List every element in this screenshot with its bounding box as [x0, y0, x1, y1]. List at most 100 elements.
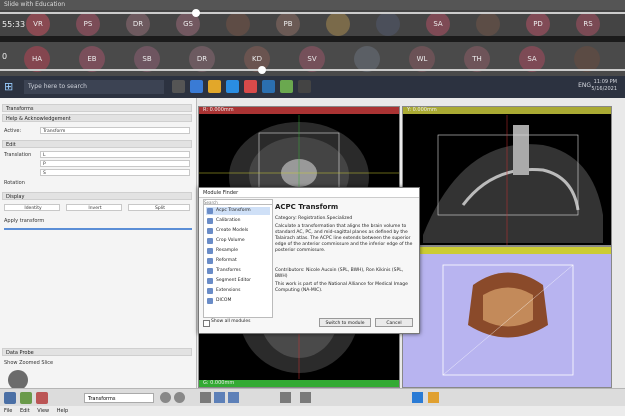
menu-edit[interactable]: Edit — [20, 408, 30, 414]
rotation-label: Rotation — [4, 180, 25, 186]
cancel-button[interactable]: Cancel — [375, 318, 413, 327]
module-icon — [207, 248, 213, 254]
participant-avatar[interactable]: DR — [126, 12, 150, 36]
module-icon — [207, 228, 213, 234]
markup-icon[interactable] — [280, 392, 291, 403]
module-icon — [207, 258, 213, 264]
progress-bar-2[interactable] — [0, 69, 625, 71]
chrome-icon[interactable] — [244, 80, 257, 93]
system-tray-language[interactable]: ENG — [578, 82, 591, 89]
slicer-logo-icon — [8, 370, 28, 390]
dialog-title: Module Finder — [199, 188, 419, 198]
translation-slider-p[interactable]: P — [40, 160, 190, 167]
store-icon[interactable] — [226, 80, 239, 93]
edge-icon[interactable] — [190, 80, 203, 93]
module-item[interactable]: DICOM — [206, 297, 270, 305]
show-all-checkbox[interactable] — [203, 320, 210, 327]
task-view-icon[interactable] — [172, 80, 185, 93]
module-item[interactable]: Create Models — [206, 227, 270, 235]
module-icon — [207, 218, 213, 224]
switch-to-module-button[interactable]: Switch to module — [319, 318, 371, 327]
meeting-header: Slide with Education — [0, 0, 625, 10]
participant-avatar[interactable] — [476, 12, 500, 36]
help-section[interactable]: Help & Acknowledgement — [2, 114, 192, 122]
window-level-icon[interactable] — [228, 392, 239, 403]
participant-avatar[interactable]: VR — [26, 12, 50, 36]
clock-date: 5/16/2021 — [591, 86, 617, 92]
forward-icon[interactable] — [174, 392, 185, 403]
module-title[interactable]: Transforms — [2, 104, 192, 112]
menu-view[interactable]: View — [37, 408, 49, 414]
yellow-slice-bar[interactable]: Y: 0.000mm — [403, 107, 611, 114]
module-list: Acpc Transform Calibration Create Models… — [203, 204, 273, 318]
data-icon[interactable] — [4, 392, 16, 404]
windows-start-icon[interactable]: ⊞ — [4, 80, 18, 94]
progress-bar-1[interactable] — [0, 12, 625, 14]
module-icon — [207, 238, 213, 244]
module-item[interactable]: Segment Editor — [206, 277, 270, 285]
save-icon[interactable] — [36, 392, 48, 404]
crosshair-icon[interactable] — [214, 392, 225, 403]
data-probe-section[interactable]: Data Probe — [2, 348, 192, 356]
zoom-icon[interactable] — [262, 80, 275, 93]
translation-slider-l[interactable]: L — [40, 151, 190, 158]
module-item[interactable]: Resample — [206, 247, 270, 255]
module-icon — [207, 268, 213, 274]
extension-icon[interactable] — [412, 392, 423, 403]
dcm-icon[interactable] — [20, 392, 32, 404]
progress-knob-1[interactable] — [192, 9, 200, 17]
back-icon[interactable] — [160, 392, 171, 403]
slicer-app-icon[interactable] — [280, 80, 293, 93]
participant-avatar[interactable]: RS — [576, 12, 600, 36]
module-item[interactable]: Reformat — [206, 257, 270, 265]
participant-strip-top: Slide with Education 55:33 VR PS DR GS PB SA P… — [0, 0, 625, 36]
taskbar-search-box[interactable]: Type here to search — [24, 80, 164, 94]
python-icon[interactable] — [428, 392, 439, 403]
active-transform-select[interactable]: Transform — [40, 127, 190, 134]
3d-view-bar[interactable]: 1 — [403, 247, 611, 254]
edit-section[interactable]: Edit — [2, 140, 192, 148]
participant-avatar[interactable]: PS — [76, 12, 100, 36]
show-zoomed-slice[interactable]: Show Zoomed Slice — [4, 360, 192, 366]
layout-icon[interactable] — [200, 392, 211, 403]
module-icon — [207, 298, 213, 304]
settings-icon[interactable] — [298, 80, 311, 93]
yellow-slice-view[interactable]: Y: 0.000mm — [402, 106, 612, 246]
meeting-timer-2: 0 — [2, 52, 8, 61]
module-contributors: Contributors: Nicole Aucoin (SPL, BWH), … — [275, 268, 404, 279]
participant-avatar[interactable] — [376, 12, 400, 36]
participant-avatar[interactable] — [326, 12, 350, 36]
participant-strip-bottom: 0 HA EB SB DR KD SV WL TH SA — [0, 42, 625, 76]
participant-avatar[interactable] — [226, 12, 250, 36]
module-item[interactable]: Calibration — [206, 217, 270, 225]
screenshot-icon[interactable] — [300, 392, 311, 403]
show-all-label: Show all modules — [211, 319, 251, 324]
taskbar-clock[interactable]: 11:09 PM 5/16/2021 — [591, 79, 617, 93]
identity-button[interactable]: Identity — [4, 204, 60, 211]
apply-slider[interactable] — [4, 228, 192, 230]
participant-avatar[interactable]: PD — [526, 12, 550, 36]
3d-view[interactable]: 1 — [402, 246, 612, 388]
green-slice-bar[interactable]: G: 0.000mm — [199, 380, 399, 387]
module-icon — [207, 208, 213, 214]
display-section[interactable]: Display — [2, 192, 192, 200]
menu-help[interactable]: Help — [57, 408, 68, 414]
module-dropdown[interactable]: Transforms — [84, 393, 154, 403]
module-item[interactable]: Transforms — [206, 267, 270, 275]
invert-button[interactable]: Invert — [66, 204, 122, 211]
module-acknowledgement: This work is part of the National Allian… — [275, 282, 408, 293]
sagittal-ct-image — [423, 115, 603, 245]
menu-file[interactable]: File — [4, 408, 12, 414]
red-slice-bar[interactable]: R: 0.000mm — [199, 107, 399, 114]
translation-slider-s[interactable]: S — [40, 169, 190, 176]
progress-knob-2[interactable] — [258, 66, 266, 74]
split-button[interactable]: Split — [128, 204, 190, 211]
module-item[interactable]: Extensions — [206, 287, 270, 295]
file-explorer-icon[interactable] — [208, 80, 221, 93]
module-category: Category: Registration.Specialized — [275, 216, 353, 221]
module-icon — [207, 278, 213, 284]
module-item[interactable]: Crop Volume — [206, 237, 270, 245]
participant-avatar[interactable]: SA — [426, 12, 450, 36]
module-item[interactable]: Acpc Transform — [206, 207, 270, 215]
participant-avatar[interactable]: PB — [276, 12, 300, 36]
